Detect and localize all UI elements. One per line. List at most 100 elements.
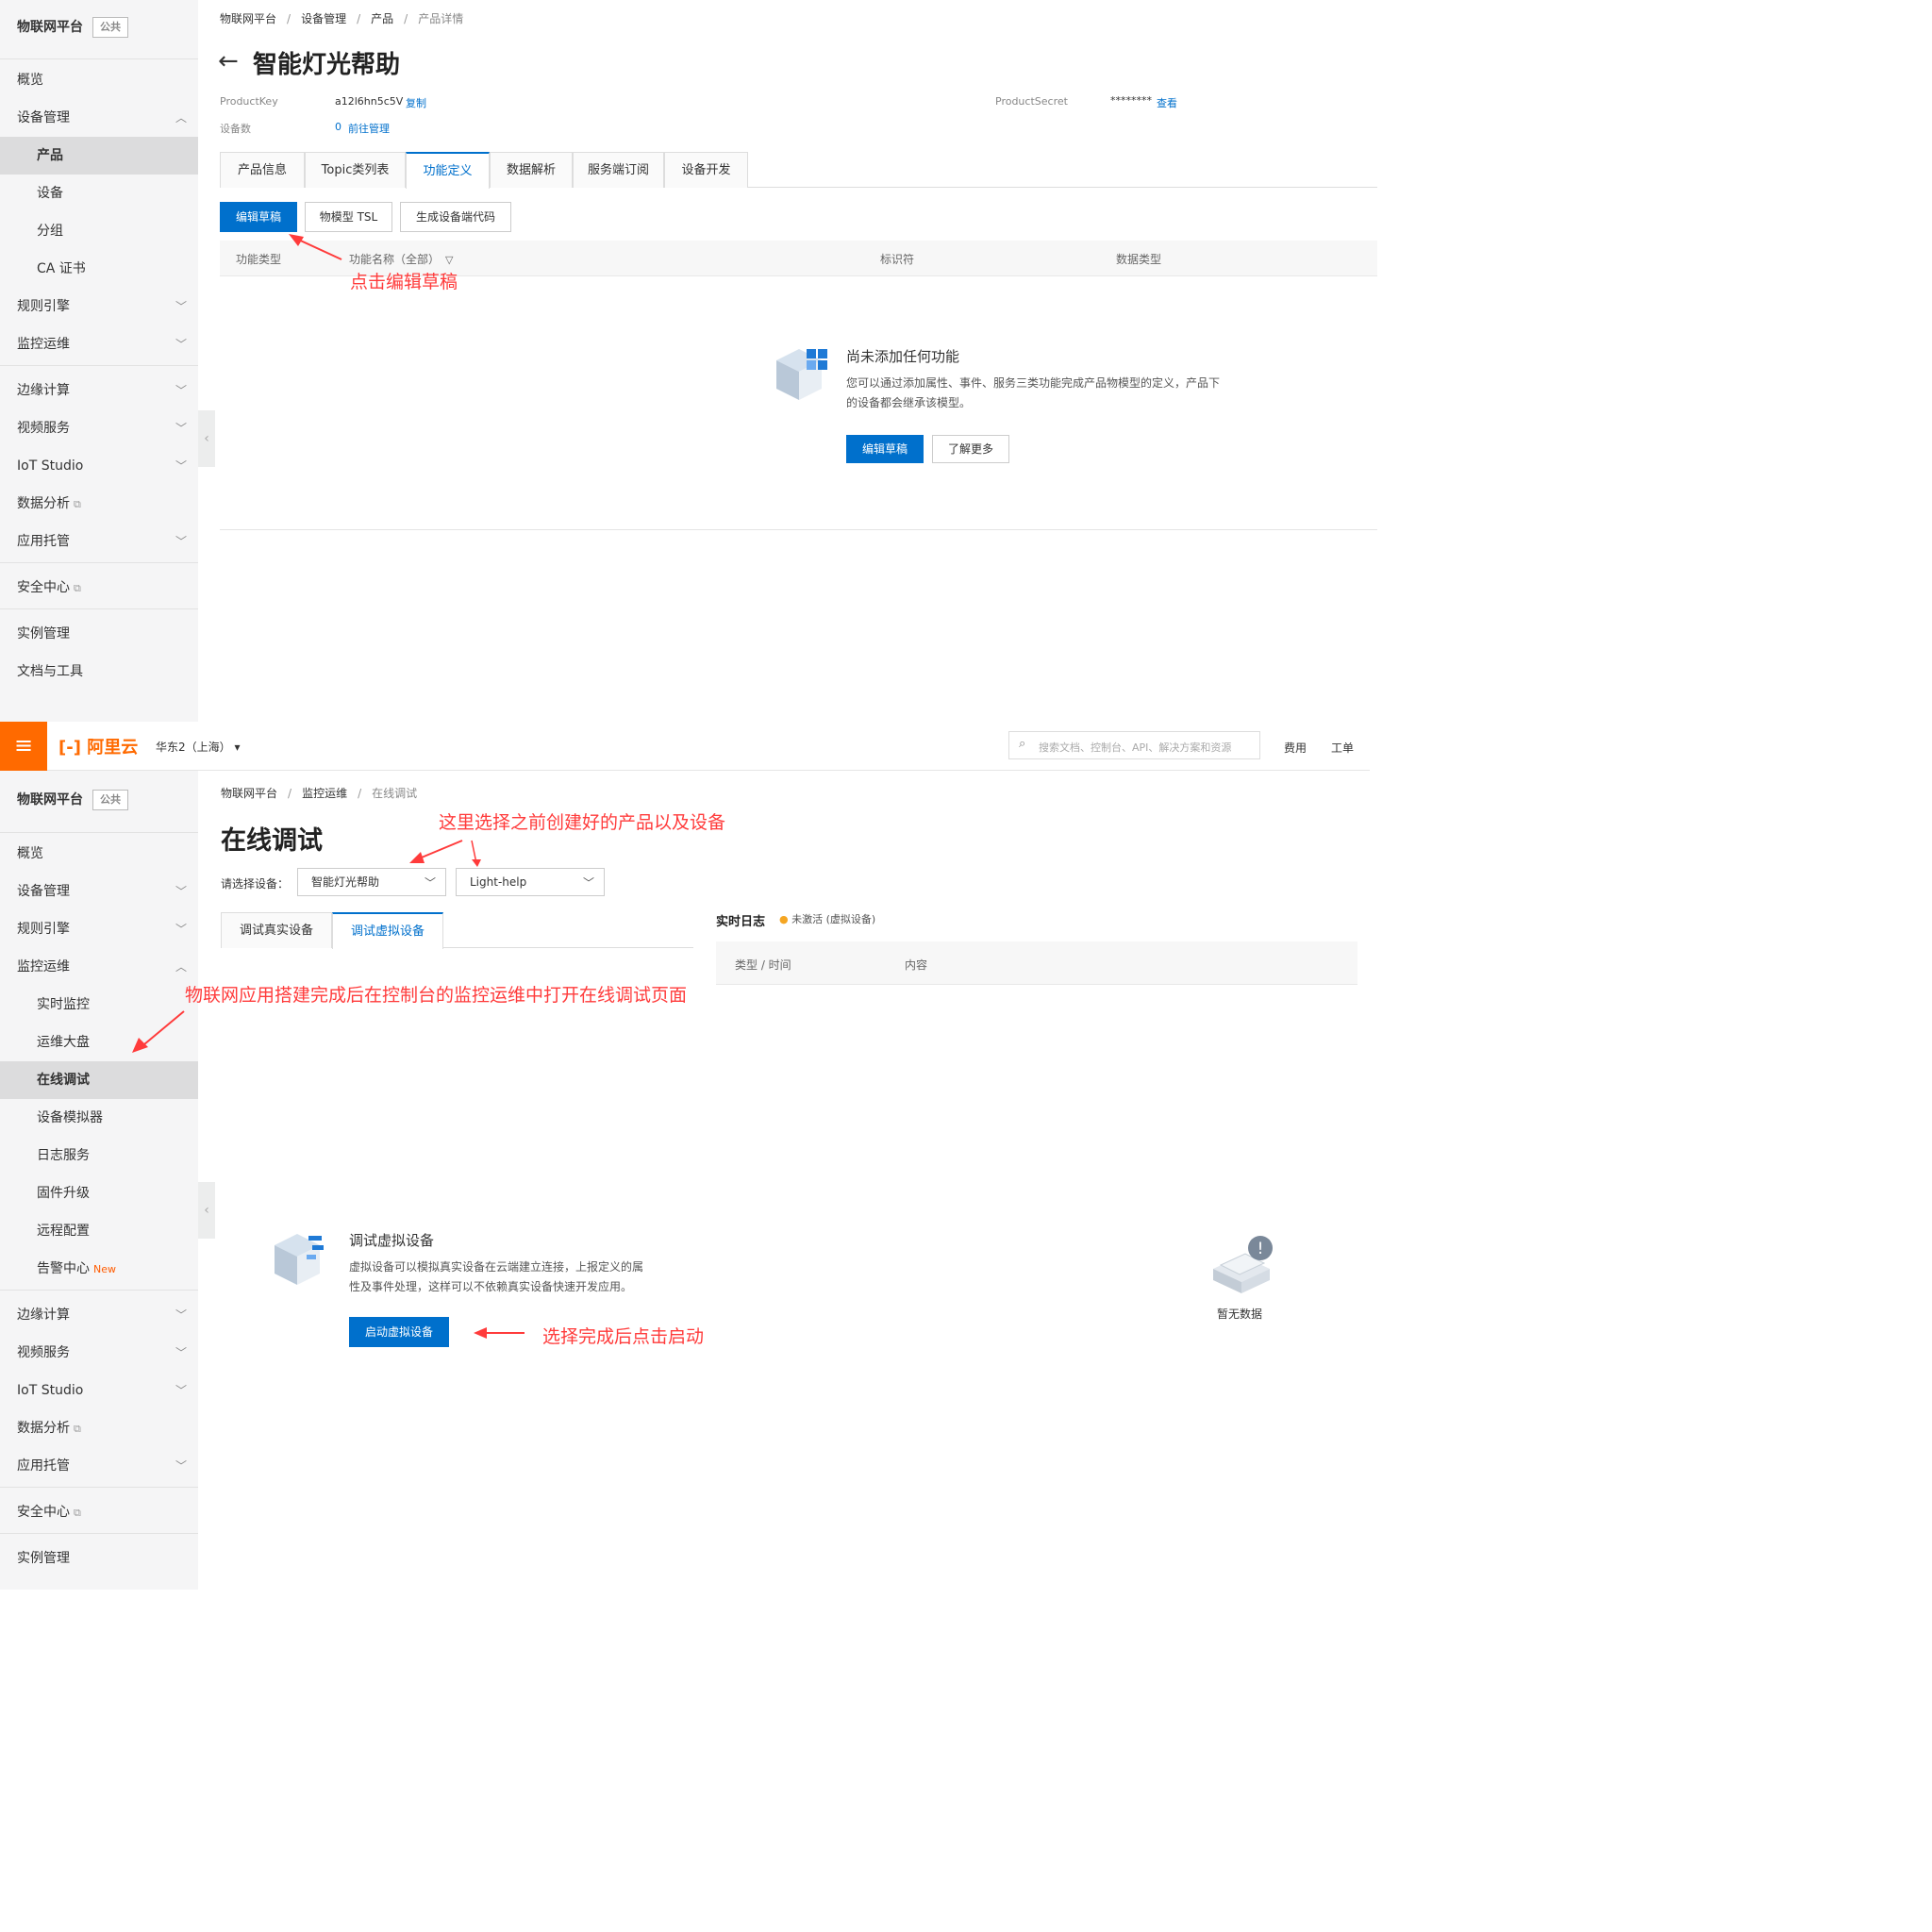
nav-edge[interactable]: 边缘计算 ﹀ <box>0 1296 198 1334</box>
chevron-down-icon: ﹀ <box>175 1384 187 1397</box>
crumb-item[interactable]: 物联网平台 <box>221 787 277 800</box>
nav-device[interactable]: 设备 <box>0 175 198 212</box>
nav-label: 监控运维 <box>17 959 70 974</box>
status-dot: ● <box>779 913 789 925</box>
annotation-select-product: 这里选择之前创建好的产品以及设备 <box>439 812 726 833</box>
nav-data-analysis[interactable]: 数据分析 ⧉ <box>0 1409 198 1447</box>
search-icon: ⌕ <box>1019 737 1026 751</box>
nav-device-mgmt[interactable]: 设备管理 ︿ <box>0 99 198 137</box>
manage-link[interactable]: 前往管理 <box>348 121 390 136</box>
platform-title: 物联网平台 公共 <box>17 790 128 810</box>
page-title: 在线调试 <box>221 826 323 856</box>
sidebar-collapse-handle[interactable]: ‹ <box>198 410 215 467</box>
learn-more-button[interactable]: 了解更多 <box>932 435 1009 463</box>
nav-iot-studio[interactable]: IoT Studio ﹀ <box>0 1372 198 1409</box>
brand-name: 阿里云 <box>87 738 139 758</box>
nav-log-service[interactable]: 日志服务 <box>0 1137 198 1174</box>
nav-rule-engine[interactable]: 规则引擎 ﹀ <box>0 910 198 948</box>
nav-product[interactable]: 产品 <box>0 137 198 175</box>
nav-app-hosting[interactable]: 应用托管 ﹀ <box>0 1447 198 1485</box>
region-selector[interactable]: 华东2（上海） ▾ <box>156 739 241 755</box>
content-divider <box>220 529 1377 530</box>
nav-instance[interactable]: 实例管理 <box>0 1540 198 1577</box>
nav-overview[interactable]: 概览 <box>0 835 198 873</box>
generate-code-button[interactable]: 生成设备端代码 <box>400 202 511 232</box>
platform-title: 物联网平台 公共 <box>17 17 128 38</box>
nav-security[interactable]: 安全中心 ⧉ <box>0 1493 198 1531</box>
nav-instance[interactable]: 实例管理 <box>0 615 198 653</box>
nav-data-analysis[interactable]: 数据分析 ⧉ <box>0 485 198 523</box>
col-data-type: 数据类型 <box>1116 253 1162 266</box>
nav-device-simulator[interactable]: 设备模拟器 <box>0 1099 198 1137</box>
nav-app-hosting[interactable]: 应用托管 ﹀ <box>0 523 198 560</box>
nav-rule-engine[interactable]: 规则引擎 ﹀ <box>0 288 198 325</box>
crumb-item[interactable]: 设备管理 <box>301 12 346 25</box>
realtime-log-title: 实时日志 <box>716 915 766 929</box>
tab-topic-list[interactable]: Topic类列表 <box>305 152 406 188</box>
tab-product-info[interactable]: 产品信息 <box>220 152 305 188</box>
nav-docs[interactable]: 文档与工具 <box>0 653 198 691</box>
search-box[interactable]: ⌕ 搜索文档、控制台、API、解决方案和资源 <box>1008 731 1260 759</box>
nav-label: 设备管理 <box>17 884 70 899</box>
nav-online-debug[interactable]: 在线调试 <box>0 1061 198 1099</box>
tsl-button[interactable]: 物模型 TSL <box>305 202 392 232</box>
log-table-header: 类型 / 时间 内容 <box>716 941 1357 985</box>
nav-overview[interactable]: 概览 <box>0 61 198 99</box>
top-sidebar: 物联网平台 公共 概览 设备管理 ︿ 产品 设备 分组 CA 证书 规则引擎 ﹀ 监控… <box>0 0 198 722</box>
chevron-down-icon: ﹀ <box>582 876 594 890</box>
tab-virtual-device[interactable]: 调试虚拟设备 <box>332 912 443 949</box>
external-link-icon: ⧉ <box>74 582 81 594</box>
virtual-device-icon <box>275 1234 324 1285</box>
brand-logo[interactable]: [-] 阿里云 <box>58 734 138 758</box>
nav-alert-center[interactable]: 告警中心 New <box>0 1250 198 1288</box>
breadcrumb: 物联网平台 / 设备管理 / 产品 / 产品详情 <box>220 12 464 25</box>
view-secret-link[interactable]: 查看 <box>1157 95 1177 110</box>
edit-draft-button[interactable]: 编辑草稿 <box>220 202 297 232</box>
chevron-down-icon: ﹀ <box>175 1346 187 1359</box>
tab-data-parse[interactable]: 数据解析 <box>490 152 573 188</box>
annotation-arrow <box>289 234 342 260</box>
no-data-text: 暂无数据 <box>1217 1307 1263 1321</box>
product-select-value: 智能灯光帮助 <box>311 875 380 889</box>
tab-device-dev[interactable]: 设备开发 <box>664 152 748 188</box>
nav-ca-cert[interactable]: CA 证书 <box>0 250 198 288</box>
sidebar-collapse-handle[interactable]: ‹ <box>198 1182 215 1239</box>
nav-video[interactable]: 视频服务 ﹀ <box>0 1334 198 1372</box>
debug-tabs: 调试真实设备 调试虚拟设备 <box>221 912 693 949</box>
nav-device-mgmt[interactable]: 设备管理 ﹀ <box>0 873 198 910</box>
hamburger-icon[interactable]: ≡ <box>0 722 47 771</box>
copy-link[interactable]: 复制 <box>406 95 426 110</box>
product-secret-label: ProductSecret <box>995 95 1068 108</box>
back-arrow-icon[interactable]: ← <box>218 47 239 75</box>
nav-label: 数据分析 <box>17 1421 70 1436</box>
filter-icon[interactable]: ▽ <box>445 254 453 266</box>
crumb-item[interactable]: 物联网平台 <box>220 12 276 25</box>
nav-label: 规则引擎 <box>17 922 70 937</box>
tab-real-device[interactable]: 调试真实设备 <box>221 912 332 948</box>
nav-video[interactable]: 视频服务 ﹀ <box>0 409 198 447</box>
nav-monitor[interactable]: 监控运维 ﹀ <box>0 325 198 363</box>
ticket-link[interactable]: 工单 <box>1331 740 1354 756</box>
chevron-down-icon: ﹀ <box>175 422 187 435</box>
nav-monitor[interactable]: 监控运维 ︿ <box>0 948 198 986</box>
nav-remote-config[interactable]: 远程配置 <box>0 1212 198 1250</box>
start-virtual-device-button[interactable]: 启动虚拟设备 <box>349 1317 449 1347</box>
nav-edge[interactable]: 边缘计算 ﹀ <box>0 372 198 409</box>
nav-iot-studio[interactable]: IoT Studio ﹀ <box>0 447 198 485</box>
annotation-arrow <box>409 840 481 867</box>
page-title: 智能灯光帮助 <box>253 51 401 79</box>
nav-security[interactable]: 安全中心 ⧉ <box>0 569 198 607</box>
empty-box-icon: ! <box>1213 1236 1273 1293</box>
crumb-item[interactable]: 监控运维 <box>302 787 347 800</box>
crumb-item[interactable]: 产品 <box>371 12 393 25</box>
nav-firmware[interactable]: 固件升级 <box>0 1174 198 1212</box>
nav-group[interactable]: 分组 <box>0 212 198 250</box>
tab-server-sub[interactable]: 服务端订阅 <box>573 152 664 188</box>
nav-label: 应用托管 <box>17 534 70 549</box>
col-function-name[interactable]: 功能名称（全部） ▽ <box>349 251 453 267</box>
device-count-label: 设备数 <box>220 123 251 135</box>
annotation-edit-draft: 点击编辑草稿 <box>350 272 458 292</box>
billing-link[interactable]: 费用 <box>1284 740 1307 756</box>
empty-edit-draft-button[interactable]: 编辑草稿 <box>846 435 924 463</box>
tab-function-def[interactable]: 功能定义 <box>406 152 490 189</box>
